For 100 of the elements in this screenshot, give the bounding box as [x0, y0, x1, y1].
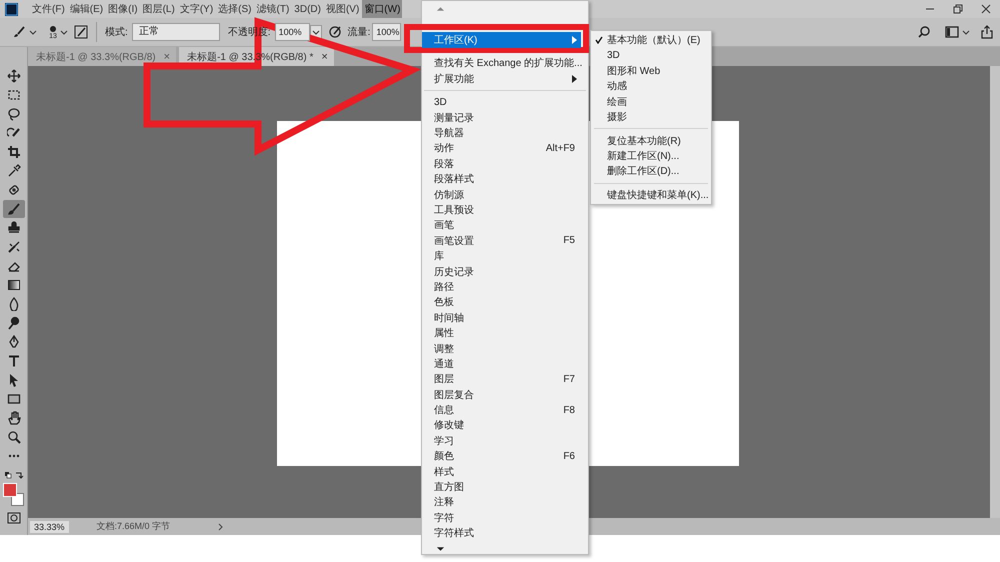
menu-option[interactable]: 学习 [422, 433, 581, 449]
menu-option[interactable]: 图层 F7 [422, 372, 581, 387]
option-label: 画笔 [434, 219, 455, 232]
option-label: 绘画 [607, 96, 627, 109]
menu-option[interactable]: 绘画 [591, 94, 711, 110]
menu-option[interactable]: 新建工作区(N)... [591, 148, 711, 164]
app-logo-icon [5, 2, 18, 16]
menu-option[interactable]: 3D [591, 48, 711, 64]
option-label: 3D [434, 96, 448, 108]
option-label: 复位基本功能(R) [607, 134, 681, 148]
option-label: 3D [607, 50, 620, 62]
restore-icon[interactable] [952, 3, 964, 15]
caret-icon[interactable] [29, 28, 37, 36]
menu-option[interactable]: 样式 [422, 464, 581, 480]
menu-option[interactable]: 复位基本功能(R) [591, 132, 711, 148]
option-label: 色板 [434, 296, 455, 310]
option-label: 字符 [434, 512, 455, 525]
option-label: 图层复合 [434, 388, 475, 402]
option-label: 注释 [434, 496, 455, 510]
menu-option[interactable]: 字符样式 [422, 526, 581, 541]
menu-option[interactable]: 修改键 [422, 418, 581, 434]
pressure-icon[interactable] [328, 25, 342, 39]
document-tab[interactable]: 未标题-1 @ 33.3%(RGB/8) × [28, 47, 176, 66]
tab-close-button[interactable]: × [321, 50, 328, 62]
menu-option[interactable]: 画笔 [422, 218, 581, 234]
zoom-level[interactable]: 33.33% [30, 520, 69, 532]
caret-icon[interactable] [962, 28, 970, 36]
menu-item[interactable]: 图层(L) [140, 0, 177, 18]
quick-mask-icon[interactable] [6, 512, 20, 524]
menu-option[interactable]: 测量记录 [422, 110, 581, 126]
tab-title: 未标题-1 @ 33.3%(RGB/8) [36, 50, 156, 64]
brush-tip-icon[interactable] [49, 24, 57, 32]
color-swatches-icon[interactable] [2, 483, 24, 507]
close-icon[interactable] [980, 3, 992, 15]
menu-option[interactable]: 工作区(K) [422, 32, 581, 48]
menu-item[interactable]: 3D(D) [292, 2, 323, 16]
menu-option[interactable]: 属性 [422, 325, 581, 341]
search-icon[interactable] [917, 25, 931, 39]
menu-option[interactable]: 注释 [422, 494, 581, 510]
option-label: 样式 [434, 466, 455, 479]
menu-option[interactable]: 键盘快捷键和菜单(K)... [591, 187, 711, 202]
menu-item[interactable]: 窗口(W) [362, 0, 402, 18]
option-label: 摄影 [607, 111, 627, 124]
menu-item[interactable]: 图像(I) [106, 0, 140, 18]
opacity-field[interactable]: 100% [274, 23, 310, 41]
menu-item[interactable]: 滤镜(T) [254, 0, 292, 18]
menu-item[interactable]: 文字(Y) [178, 0, 216, 18]
shortcut-text: F7 [563, 374, 575, 385]
menu-item[interactable]: 视图(V) [324, 0, 362, 18]
menu-option[interactable]: 工具预设 [422, 202, 581, 218]
menu-option[interactable]: 色板 [422, 294, 581, 310]
menu-option[interactable]: 通道 [422, 356, 581, 372]
menu-option[interactable]: 库 [422, 248, 581, 264]
menu-option[interactable]: 段落 [422, 156, 581, 172]
tool-icon[interactable] [2, 200, 24, 218]
option-label: 画笔设置 [434, 234, 475, 248]
menu-option[interactable]: 图形和 Web [591, 63, 711, 79]
menu-option[interactable]: 基本功能（默认）(E) [591, 32, 711, 48]
menu-option[interactable]: 扩展功能 [422, 71, 581, 87]
menu-item[interactable]: 编辑(E) [68, 0, 106, 18]
menu-option[interactable]: 路径 [422, 279, 581, 295]
caret-icon[interactable] [60, 28, 68, 36]
document-size: 文档:7.66M/0 字节 [96, 520, 170, 533]
flow-field[interactable]: 100% [372, 23, 402, 41]
menu-option[interactable]: 仿制源 [422, 186, 581, 202]
menu-option[interactable]: 动作 Alt+F9 [422, 140, 581, 156]
menu-option[interactable]: 颜色 F6 [422, 448, 581, 464]
flow-label: 流量: [348, 26, 370, 39]
menu-option[interactable]: 删除工作区(D)... [591, 164, 711, 180]
option-label: 字符样式 [434, 526, 475, 540]
option-label: 测量记录 [434, 112, 475, 125]
tab-close-button[interactable]: × [164, 50, 170, 62]
brush-icon[interactable] [12, 25, 26, 39]
menu-option[interactable]: 3D [422, 94, 581, 110]
menu-option[interactable]: 字符 [422, 510, 581, 526]
option-label: 仿制源 [434, 188, 465, 202]
workspace-icon[interactable] [945, 25, 959, 39]
menu-option[interactable]: 调整 [422, 340, 581, 356]
menu-option[interactable]: 历史记录 [422, 264, 581, 280]
menu-option[interactable]: 时间轴 [422, 310, 581, 326]
menu-option[interactable]: 摄影 [591, 109, 711, 125]
menu-option[interactable]: 段落样式 [422, 172, 581, 187]
menu-option[interactable]: 查找有关 Exchange 的扩展功能... [422, 56, 581, 72]
chevron-right-icon[interactable] [218, 522, 224, 530]
menu-option[interactable]: 直方图 [422, 479, 581, 495]
swap-colors-icon[interactable] [4, 471, 24, 481]
menu-option[interactable]: 画笔设置 F5 [422, 233, 581, 248]
brush-panel-icon[interactable] [74, 25, 88, 39]
menu-option[interactable]: 导航器 [422, 125, 581, 141]
menu-item[interactable]: 选择(S) [216, 0, 254, 18]
menu-option[interactable]: 动感 [591, 78, 711, 94]
menu-item[interactable]: 文件(F) [30, 0, 67, 18]
menu-option[interactable]: 图层复合 [422, 386, 581, 402]
checkmark-icon [595, 36, 603, 44]
share-icon[interactable] [980, 25, 994, 39]
menu-option[interactable]: 信息 F8 [422, 402, 581, 418]
shortcut-text: F8 [563, 404, 575, 416]
scroll-up-icon[interactable] [436, 6, 445, 12]
mode-dropdown[interactable]: 正常 [132, 23, 220, 41]
scroll-down-icon[interactable] [436, 546, 445, 552]
